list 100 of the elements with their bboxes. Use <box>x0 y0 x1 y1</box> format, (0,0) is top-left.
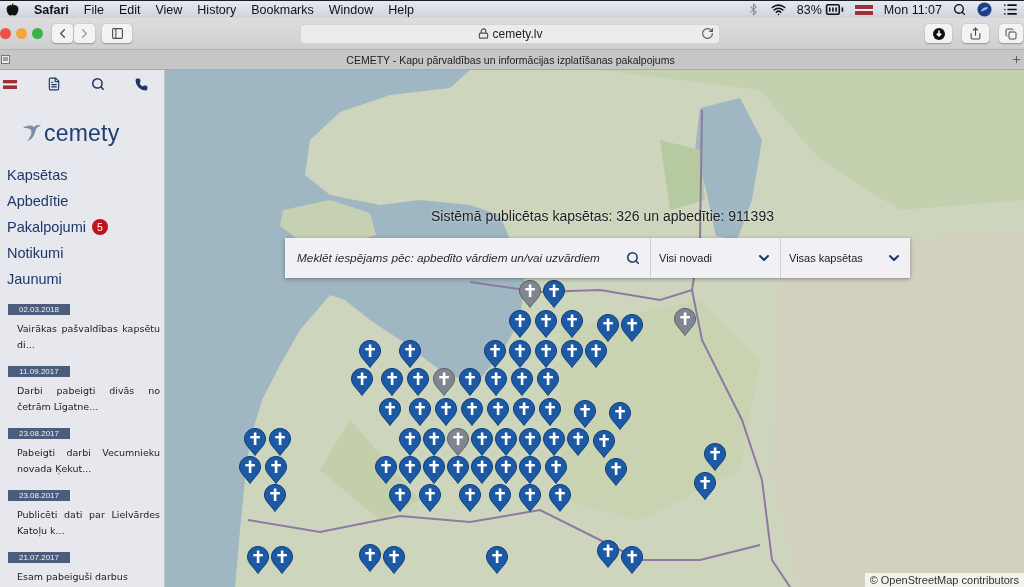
map-pin-icon[interactable] <box>389 484 411 512</box>
map-pin-icon[interactable] <box>597 540 619 568</box>
map-pin-icon[interactable] <box>495 428 517 456</box>
search-icon[interactable] <box>953 3 966 16</box>
map-pin-icon[interactable] <box>704 443 726 471</box>
map-pin-icon[interactable] <box>244 428 266 456</box>
map-pin-icon[interactable] <box>247 546 269 574</box>
map-pin-icon[interactable] <box>351 368 373 396</box>
map-pin-icon[interactable] <box>605 458 627 486</box>
map-pin-icon[interactable] <box>621 314 643 342</box>
map-pin-icon[interactable] <box>509 310 531 338</box>
map-pin-icon[interactable] <box>535 340 557 368</box>
map-pin-icon[interactable] <box>509 340 531 368</box>
map-pin-icon[interactable] <box>561 340 583 368</box>
map-pin-icon[interactable] <box>567 428 589 456</box>
search-icon[interactable] <box>91 77 105 91</box>
map-pin-icon[interactable] <box>409 398 431 426</box>
document-icon[interactable] <box>47 77 61 91</box>
map-pin-icon[interactable] <box>383 546 405 574</box>
map-pin-icon[interactable] <box>694 472 716 500</box>
map-pin-icon[interactable] <box>379 398 401 426</box>
map-pin-icon[interactable] <box>435 398 457 426</box>
map-pin-icon[interactable] <box>535 310 557 338</box>
map-pin-icon[interactable] <box>593 430 615 458</box>
map-pin-icon[interactable] <box>419 484 441 512</box>
reload-button[interactable] <box>701 26 714 40</box>
menu-item[interactable]: Edit <box>118 2 141 17</box>
map-pin-icon[interactable] <box>399 456 421 484</box>
sidebar-button[interactable] <box>102 24 132 43</box>
back-button[interactable] <box>52 24 73 43</box>
search-field[interactable]: Meklēt iespējams pēc: apbedīto vārdiem un/vai uzvārdiem <box>285 238 620 278</box>
wifi-icon[interactable] <box>770 2 786 17</box>
news-excerpt[interactable]: Esam pabeiguši darbus <box>17 569 160 585</box>
map-pin-icon[interactable] <box>519 456 541 484</box>
nav-link[interactable]: Pakalpojumi <box>7 219 86 235</box>
map-pin-icon[interactable] <box>423 428 445 456</box>
map-pin-icon[interactable] <box>471 456 493 484</box>
map-pin-icon[interactable] <box>459 368 481 396</box>
map-pin-icon[interactable] <box>519 280 541 308</box>
map-pin-icon[interactable] <box>543 280 565 308</box>
nav-link[interactable]: Kapsētas <box>7 167 68 183</box>
map-pin-icon[interactable] <box>265 456 287 484</box>
flag-icon[interactable] <box>3 79 17 89</box>
filter-dropdown[interactable]: Visi novadi <box>650 238 780 278</box>
menu-item[interactable]: View <box>155 2 183 17</box>
map-pin-icon[interactable] <box>433 368 455 396</box>
map-pin-icon[interactable] <box>484 340 506 368</box>
menu-item[interactable]: File <box>83 2 104 17</box>
map-pin-icon[interactable] <box>549 484 571 512</box>
map-pin-icon[interactable] <box>239 456 261 484</box>
map-pin-icon[interactable] <box>597 314 619 342</box>
share-button[interactable] <box>962 24 989 43</box>
map-pin-icon[interactable] <box>359 340 381 368</box>
map-pin-icon[interactable] <box>271 546 293 574</box>
map-pin-icon[interactable] <box>399 428 421 456</box>
map-pin-icon[interactable] <box>539 398 561 426</box>
apple-icon[interactable] <box>6 3 19 16</box>
map-pin-icon[interactable] <box>513 398 535 426</box>
nav-link[interactable]: Apbedītie <box>7 193 69 209</box>
news-excerpt[interactable]: Pabeigti darbi Vecumnieku novada Ķekut... <box>17 445 160 477</box>
map-pin-icon[interactable] <box>381 368 403 396</box>
menu-clock[interactable]: Mon 11:07 <box>883 2 942 17</box>
search-button[interactable] <box>620 238 650 278</box>
avatar-icon[interactable] <box>977 2 992 17</box>
downloads-button[interactable] <box>925 24 952 43</box>
menu-item[interactable]: Bookmarks <box>251 2 314 17</box>
map-pin-icon[interactable] <box>609 402 631 430</box>
logo-text[interactable]: cemety <box>44 119 120 147</box>
menu-item[interactable]: History <box>197 2 237 17</box>
map-pin-icon[interactable] <box>447 456 469 484</box>
map-pin-icon[interactable] <box>264 484 286 512</box>
menu-item[interactable]: Safari <box>34 2 69 17</box>
map-pin-icon[interactable] <box>489 484 511 512</box>
map-pin-icon[interactable] <box>447 428 469 456</box>
map-pin-icon[interactable] <box>519 484 541 512</box>
map-pin-icon[interactable] <box>486 546 508 574</box>
close-window-icon[interactable] <box>0 28 11 39</box>
search-bar[interactable]: Meklēt iespējams pēc: apbedīto vārdiem un/vai uzvārdiem Visi novadi Visas kapsētas <box>285 238 910 278</box>
map-pin-icon[interactable] <box>471 428 493 456</box>
map-pin-icon[interactable] <box>674 308 696 336</box>
map-pin-icon[interactable] <box>621 546 643 574</box>
news-excerpt[interactable]: Vairākas pašvaldības kapsētu di... <box>17 321 160 353</box>
map-pin-icon[interactable] <box>485 368 507 396</box>
nav-link[interactable]: Jaunumi <box>7 271 62 287</box>
address-bar[interactable]: cemety.lv <box>300 23 720 44</box>
map-pin-icon[interactable] <box>269 428 291 456</box>
phone-icon[interactable] <box>135 77 148 91</box>
list-icon[interactable] <box>1003 2 1018 17</box>
flag-icon[interactable] <box>854 4 873 15</box>
map-pin-icon[interactable] <box>537 368 559 396</box>
map-pin-icon[interactable] <box>519 428 541 456</box>
plus-icon[interactable] <box>1011 54 1022 65</box>
menu-item[interactable]: Window <box>328 2 374 17</box>
map-pin-icon[interactable] <box>399 340 421 368</box>
map-pin-icon[interactable] <box>561 310 583 338</box>
map-pin-icon[interactable] <box>359 544 381 572</box>
map-pin-icon[interactable] <box>585 340 607 368</box>
map-pin-icon[interactable] <box>545 456 567 484</box>
map-pin-icon[interactable] <box>495 456 517 484</box>
map-pin-icon[interactable] <box>375 456 397 484</box>
